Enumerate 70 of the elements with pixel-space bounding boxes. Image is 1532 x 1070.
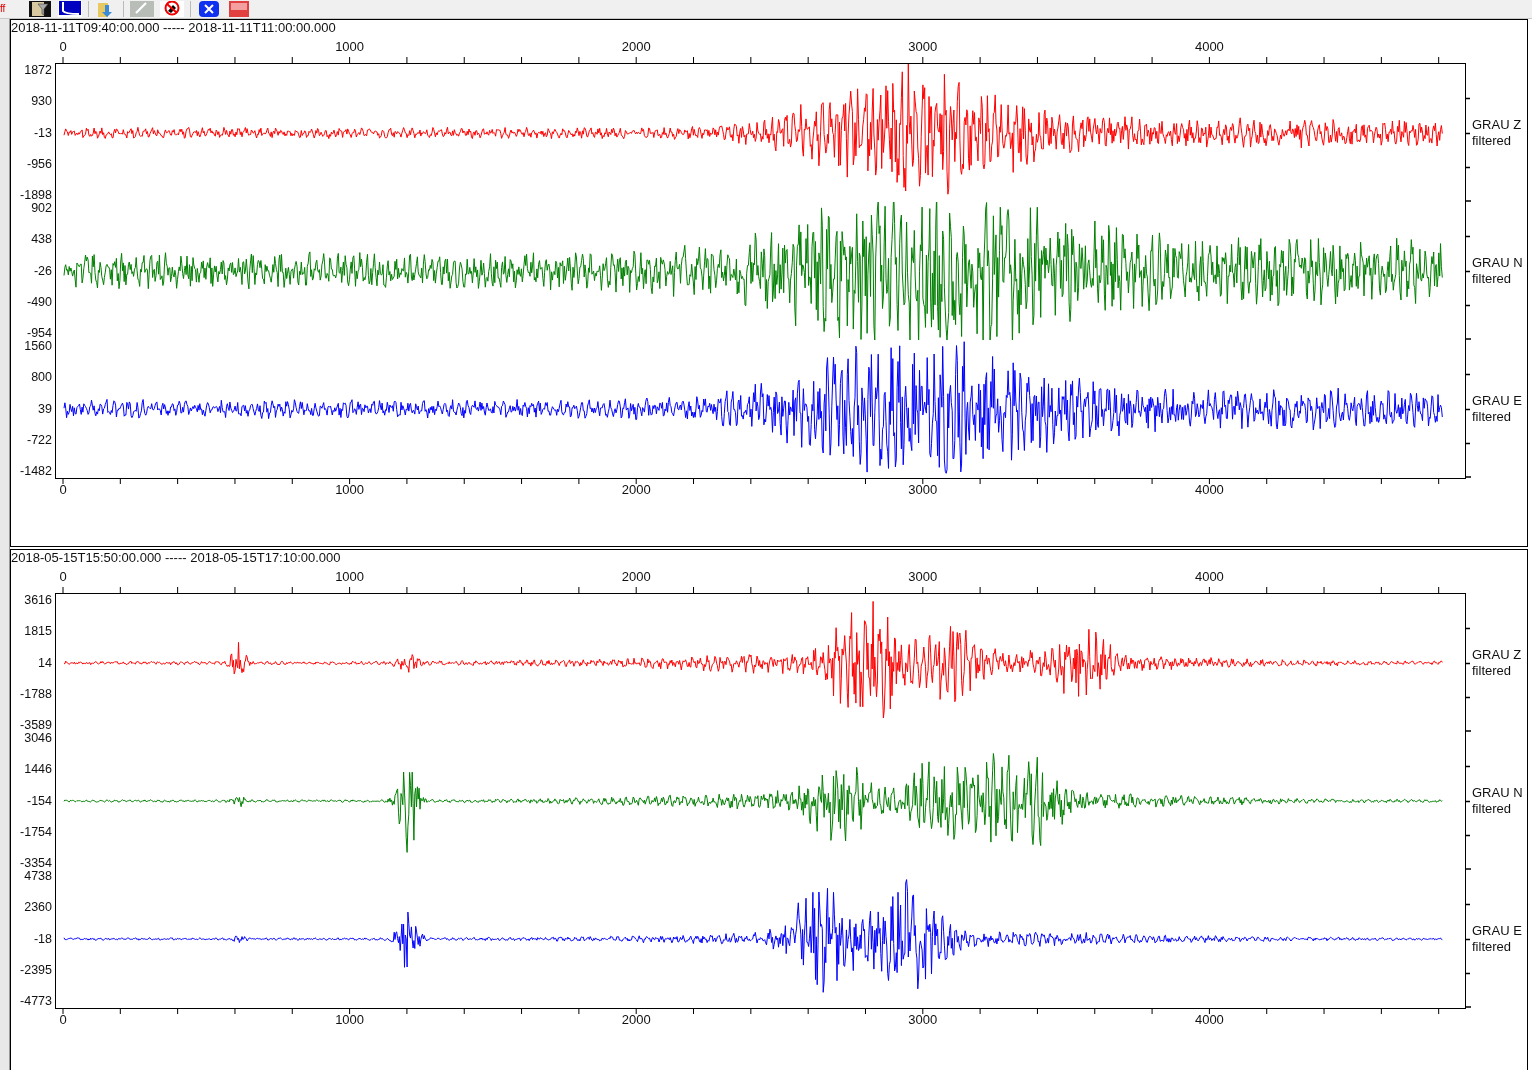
x-tick-label: 2000 xyxy=(621,483,651,496)
y-tick-label: -18 xyxy=(33,932,52,946)
station-label: GRAU E xyxy=(1472,393,1522,409)
y-tick-label: -490 xyxy=(26,295,52,309)
y-tick-label: 4738 xyxy=(24,870,52,883)
station-label: GRAU N xyxy=(1472,255,1523,271)
y-tick-label: 2360 xyxy=(24,901,52,915)
toolbar-label[interactable]: ff xyxy=(0,4,10,14)
y-tick-label: -2395 xyxy=(20,963,52,977)
y-tick-label: 1815 xyxy=(24,625,52,639)
y-tick-label: -13 xyxy=(33,126,52,140)
x-tick-label: 3000 xyxy=(908,570,938,583)
y-tick-label: 1872 xyxy=(24,64,52,77)
y-tick-label: -4773 xyxy=(20,995,52,1008)
y-tick-label: 1560 xyxy=(24,340,52,353)
x-tick-label: 1000 xyxy=(335,1013,365,1026)
filter-label: filtered xyxy=(1472,663,1513,679)
x-tick-label: 3000 xyxy=(908,40,938,53)
x-tick-label: 0 xyxy=(59,483,67,496)
y-tick-label: -1788 xyxy=(20,687,52,701)
y-tick-label: -1482 xyxy=(20,465,52,478)
station-label: GRAU E xyxy=(1472,923,1522,939)
y-tick-label: -954 xyxy=(26,327,52,340)
filter-label: filtered xyxy=(1472,939,1513,955)
x-tick-label: 0 xyxy=(59,570,67,583)
filter-label: filtered xyxy=(1472,801,1513,817)
y-tick-label: 14 xyxy=(38,656,52,670)
x-tick-label: 1000 xyxy=(335,40,365,53)
y-tick-label: -1898 xyxy=(20,189,52,202)
x-tick-label: 1000 xyxy=(335,570,365,583)
square-icon[interactable] xyxy=(227,1,251,17)
y-tick-label: 39 xyxy=(38,402,52,416)
y-tick-label: -956 xyxy=(26,157,52,171)
filter-label: filtered xyxy=(1472,409,1513,425)
close-icon[interactable] xyxy=(197,1,221,17)
y-tick-label: -154 xyxy=(26,794,52,808)
filter-label: filtered xyxy=(1472,133,1513,149)
step-curve-icon[interactable] xyxy=(58,1,82,17)
x-tick-label: 4000 xyxy=(1194,40,1224,53)
x-tick-label: 0 xyxy=(59,1013,67,1026)
y-tick-label: -3589 xyxy=(20,719,52,732)
y-tick-label: -3354 xyxy=(20,857,52,870)
y-tick-label: 3046 xyxy=(24,732,52,745)
y-tick-label: 3616 xyxy=(24,594,52,607)
filter-label: filtered xyxy=(1472,271,1513,287)
x-tick-label: 3000 xyxy=(908,1013,938,1026)
y-tick-label: 930 xyxy=(31,95,52,109)
x-tick-label: 0 xyxy=(59,40,67,53)
no-entry-icon[interactable] xyxy=(160,1,184,17)
station-label: GRAU N xyxy=(1472,785,1523,801)
y-tick-label: 800 xyxy=(31,371,52,385)
y-tick-label: 902 xyxy=(31,202,52,215)
filter-document-icon[interactable] xyxy=(28,1,52,17)
x-tick-label: 4000 xyxy=(1194,483,1224,496)
y-tick-label: 438 xyxy=(31,233,52,247)
panel-title: 2018-11-11T09:40:00.000 ----- 2018-11-11T11:00:00.000 xyxy=(11,20,336,35)
y-tick-label: -722 xyxy=(26,433,52,447)
x-tick-label: 1000 xyxy=(335,483,365,496)
x-tick-label: 2000 xyxy=(621,570,651,583)
station-label: GRAU Z xyxy=(1472,647,1522,663)
x-tick-label: 3000 xyxy=(908,483,938,496)
y-tick-label: -1754 xyxy=(20,825,52,839)
station-label: GRAU Z xyxy=(1472,117,1522,133)
x-tick-label: 2000 xyxy=(621,1013,651,1026)
panel-title: 2018-05-15T15:50:00.000 ----- 2018-05-15T17:10:00.000 xyxy=(11,550,341,565)
x-tick-label: 4000 xyxy=(1194,1013,1224,1026)
y-tick-label: -26 xyxy=(33,264,52,278)
x-tick-label: 4000 xyxy=(1194,570,1224,583)
x-tick-label: 2000 xyxy=(621,40,651,53)
y-tick-label: 1446 xyxy=(24,763,52,777)
